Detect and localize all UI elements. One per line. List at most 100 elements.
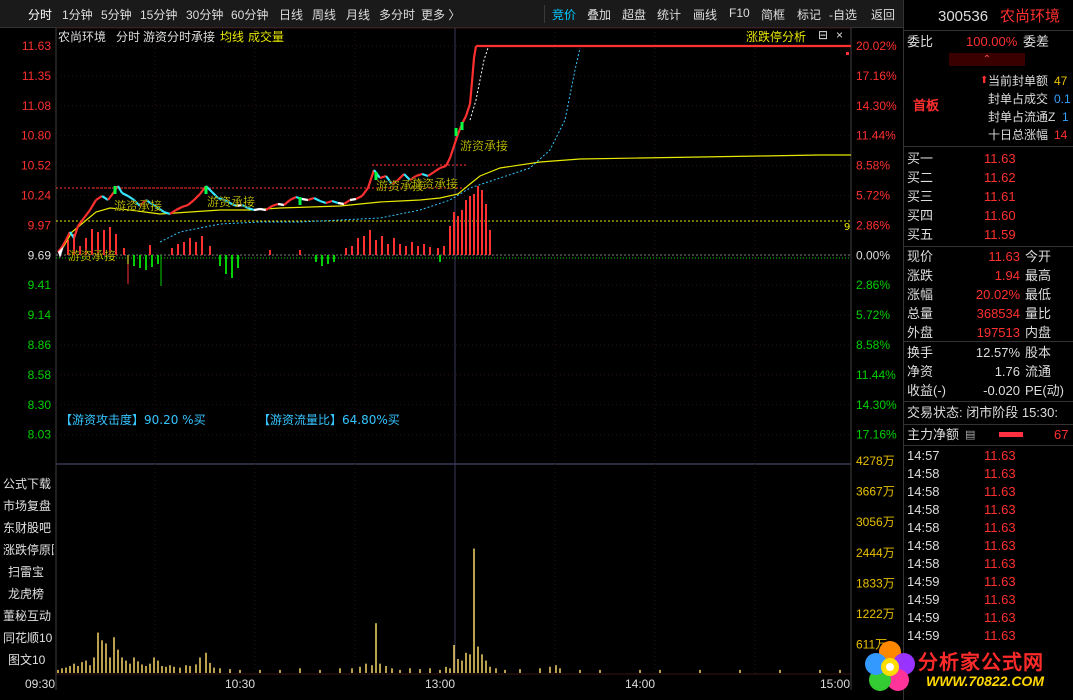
- price-tick-label: 9.69: [28, 248, 52, 262]
- stat-row: 涨跌 1.94 最高: [904, 267, 1073, 285]
- price-tick-label: 10.80: [21, 129, 51, 143]
- accept-label: 游资承接: [68, 248, 116, 263]
- tick-price: 11.63: [984, 610, 1016, 625]
- bid-row[interactable]: 买四 11.60: [904, 207, 1073, 225]
- tick-time: 14:58: [907, 520, 940, 535]
- stat-row: 净资 1.76 流通: [904, 363, 1073, 381]
- tick-row: 14:57 11.63: [904, 447, 1073, 465]
- shortcut-formula-download[interactable]: 公式下载: [0, 474, 54, 494]
- volume-tick-label: 2444万: [856, 546, 895, 560]
- shortcut-picture10[interactable]: 图文10: [0, 650, 54, 670]
- time-axis-labels: 09:30 10:30 13:00 14:00 15:00: [25, 677, 850, 691]
- volume-axis-labels: 4278万3667万3056万2444万1833万1222万611万: [856, 454, 895, 652]
- time-tick-label: 10:30: [225, 677, 255, 691]
- tick-time: 14:58: [907, 466, 940, 481]
- stat-label-2: 最高: [1025, 268, 1052, 283]
- expand-toggle-icon[interactable]: ⌃: [949, 53, 1025, 66]
- price-segment: [343, 199, 351, 205]
- seal-row-1: 封单占成交 0.1: [904, 90, 1073, 108]
- seal-value: 0.1: [1054, 92, 1071, 106]
- price-segment: [181, 203, 189, 209]
- price-segment: [470, 57, 476, 83]
- quote-panel: 300536 农尚环境 委比 100.00% 委差 ⌃ 首板 ⬆ 当前封单额 4…: [903, 0, 1073, 700]
- time-tick-label: 15:00: [820, 677, 850, 691]
- price-tick-label: 9.14: [28, 308, 52, 322]
- shortcut-market-review[interactable]: 市场复盘: [0, 496, 54, 516]
- bid-price: 11.61: [984, 189, 1016, 204]
- price-segment: [121, 192, 129, 197]
- main-net-row: 主力净额 ▤ 67: [904, 426, 1073, 444]
- percent-tick-label: 5.72%: [856, 308, 890, 322]
- stat-value: -0.020: [983, 383, 1020, 398]
- bid-row[interactable]: 买二 11.62: [904, 169, 1073, 187]
- seal-value: 1: [1062, 110, 1069, 124]
- shortcut-dragon-tiger[interactable]: 龙虎榜: [0, 584, 54, 604]
- tick-price: 11.63: [984, 538, 1016, 553]
- bid-row[interactable]: 买三 11.61: [904, 188, 1073, 206]
- shortcut-limit-reason[interactable]: 涨跌停原因: [0, 540, 54, 560]
- shortcut-mine-scan[interactable]: 扫雷宝: [0, 562, 54, 582]
- chart-grid: [55, 27, 852, 690]
- seal-row-3: 十日总涨幅 14: [904, 126, 1073, 144]
- tick-row: 14:59 11.63: [904, 609, 1073, 627]
- price-segment: [366, 169, 376, 189]
- weibi-label: 委比: [907, 34, 934, 49]
- seal-label: 当前封单额: [988, 74, 1049, 88]
- price-segment: [117, 185, 123, 194]
- avg-price-tag: 9: [844, 222, 850, 233]
- stat-label: 现价: [907, 249, 934, 264]
- tick-time: 14:59: [907, 592, 940, 607]
- percent-tick-label: 14.30%: [856, 99, 897, 113]
- accept-label: 游资承接: [460, 138, 508, 153]
- time-tick-label: 09:30: [25, 677, 55, 691]
- tick-row: 14:58 11.63: [904, 555, 1073, 573]
- volume-tick-label: 4278万: [856, 454, 895, 468]
- volume-tick-label: 3056万: [856, 515, 895, 529]
- tick-price: 11.63: [984, 448, 1016, 463]
- accept-label: 游资承接: [410, 176, 458, 191]
- quote-title: 300536 农尚环境: [904, 8, 1073, 28]
- tick-time: 14:58: [907, 502, 940, 517]
- price-tick-label: 10.24: [21, 189, 51, 203]
- bid-label: 买四: [907, 208, 934, 223]
- main-net-detail-icon[interactable]: ▤: [965, 426, 975, 444]
- shortcut-forum[interactable]: 东财股吧: [0, 518, 54, 538]
- price-segment: [289, 196, 297, 201]
- price-tick-label: 8.03: [28, 428, 52, 442]
- accept-label: 游资承接: [114, 198, 162, 213]
- time-tick-label: 14:00: [625, 677, 655, 691]
- percent-tick-label: 20.02%: [856, 39, 897, 53]
- bid-row[interactable]: 买一 11.63: [904, 150, 1073, 168]
- stat-value: 1.76: [994, 364, 1020, 379]
- seal-label: 十日总涨幅: [988, 128, 1049, 142]
- bid-label: 买五: [907, 227, 934, 242]
- price-segment: [361, 187, 369, 197]
- price-tick-label: 8.58: [28, 368, 52, 382]
- percent-tick-label: 11.44%: [856, 368, 896, 382]
- price-segment: [319, 199, 327, 205]
- stat-label-2: 量比: [1025, 306, 1052, 321]
- shortcut-ths10[interactable]: 同花顺10: [0, 628, 54, 648]
- seal-label: 封单占成交: [988, 92, 1049, 106]
- tick-time: 14:59: [907, 574, 940, 589]
- price-tick-label: 11.08: [22, 99, 51, 113]
- tick-row: 14:58 11.63: [904, 465, 1073, 483]
- percent-tick-label: 17.16%: [856, 69, 897, 83]
- stat-label: 收益(-): [907, 383, 946, 398]
- bid-row[interactable]: 买五 11.59: [904, 226, 1073, 244]
- volume-bars: [57, 548, 841, 673]
- intraday-chart[interactable]: 11.63 11.35 11.08 10.80 10.52 10.24 9.97 9.69 9.…: [0, 0, 903, 700]
- price-segment: [89, 199, 97, 211]
- percent-tick-label: 11.44%: [856, 129, 896, 143]
- price-segment: [433, 167, 441, 173]
- seal-row-2: 封单占流通Z 1: [904, 108, 1073, 126]
- stat-row: 总量 368534 量比: [904, 305, 1073, 323]
- shortcut-secretary[interactable]: 董秘互动: [0, 606, 54, 626]
- tick-price: 11.63: [984, 556, 1016, 571]
- stat-label: 涨跌: [907, 268, 934, 283]
- stat-row: 收益(-) -0.020 PE(动): [904, 382, 1073, 400]
- stat-value: 197513: [976, 325, 1020, 340]
- price-axis-labels: 11.63 11.35 11.08 10.80 10.52 10.24 9.97 9.69 9.…: [21, 39, 51, 442]
- stat-label-2: 流通: [1025, 364, 1052, 379]
- stat-label: 换手: [907, 345, 934, 360]
